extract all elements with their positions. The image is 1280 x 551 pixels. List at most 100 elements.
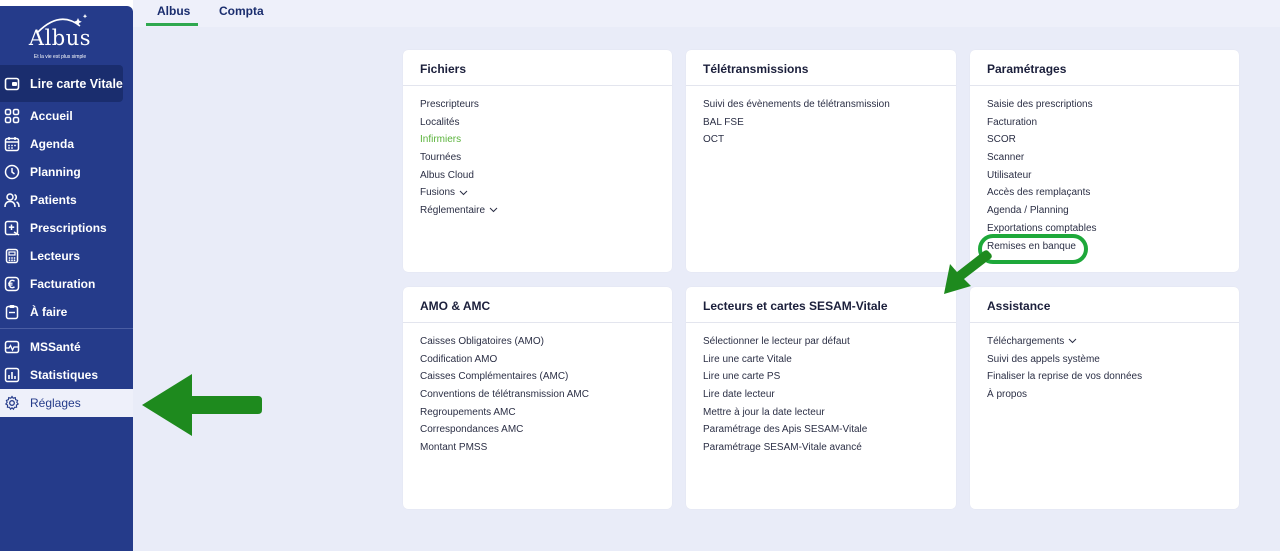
card-links: Suivi des évènements de télétransmission… — [686, 86, 956, 151]
link-caisses-obligatoires[interactable]: Caisses Obligatoires (AMO) — [420, 335, 655, 353]
sidebar-item-lecteurs[interactable]: Lecteurs — [0, 242, 133, 270]
link-infirmiers[interactable]: Infirmiers — [420, 133, 655, 151]
link-reglementaire[interactable]: Réglementaire — [420, 204, 655, 222]
link-albus-cloud[interactable]: Albus Cloud — [420, 169, 655, 187]
link-localites[interactable]: Localités — [420, 116, 655, 134]
sidebar-item-label: Planning — [30, 165, 81, 179]
card-title: AMO & AMC — [403, 287, 672, 323]
sidebar-item-label: MSSanté — [30, 340, 81, 354]
card-links: Téléchargements Suivi des appels système… — [970, 323, 1239, 406]
sidebar-item-label: Accueil — [30, 109, 73, 123]
link-acces-remplacants[interactable]: Accès des remplaçants — [987, 186, 1222, 204]
logo-name: Albus — [28, 26, 92, 50]
link-a-propos[interactable]: À propos — [987, 388, 1222, 406]
card-fichiers: Fichiers Prescripteurs Localités Infirmi… — [403, 50, 672, 272]
link-agenda-planning[interactable]: Agenda / Planning — [987, 204, 1222, 222]
card-title: Paramétrages — [970, 50, 1239, 86]
link-oct[interactable]: OCT — [703, 133, 939, 151]
card-links: Prescripteurs Localités Infirmiers Tourn… — [403, 86, 672, 222]
card-parametrages: Paramétrages Saisie des prescriptions Fa… — [970, 50, 1239, 272]
sidebar-item-agenda[interactable]: Agenda — [0, 130, 133, 158]
link-bal-fse[interactable]: BAL FSE — [703, 116, 939, 134]
chevron-down-icon — [489, 208, 498, 213]
clipboard-icon — [5, 305, 19, 320]
link-suivi-appels[interactable]: Suivi des appels système — [987, 353, 1222, 371]
vitale-label: Lire carte Vitale — [30, 76, 123, 91]
clock-icon — [4, 164, 20, 180]
sidebar-item-mssante[interactable]: MSSanté — [0, 333, 133, 361]
link-regroupements-amc[interactable]: Regroupements AMC — [420, 406, 655, 424]
sidebar-item-facturation[interactable]: Facturation — [0, 270, 133, 298]
prescription-icon — [4, 220, 20, 236]
sidebar-item-patients[interactable]: Patients — [0, 186, 133, 214]
link-remises-en-banque[interactable]: Remises en banque — [987, 240, 1222, 258]
link-exportations-comptables[interactable]: Exportations comptables — [987, 222, 1222, 240]
link-lire-carte-vitale[interactable]: Lire une carte Vitale — [703, 353, 939, 371]
sidebar-item-prescriptions[interactable]: Prescriptions — [0, 214, 133, 242]
tab-albus[interactable]: Albus — [157, 4, 190, 18]
sidebar-item-label: Statistiques — [30, 368, 99, 382]
card-links: Sélectionner le lecteur par défaut Lire … — [686, 323, 956, 459]
sidebar-item-reglages[interactable]: Réglages — [0, 389, 133, 417]
link-parametrage-avance[interactable]: Paramétrage SESAM-Vitale avancé — [703, 441, 939, 459]
sidebar-item-statistiques[interactable]: Statistiques — [0, 361, 133, 389]
link-correspondances-amc[interactable]: Correspondances AMC — [420, 423, 655, 441]
mail-icon — [4, 340, 20, 354]
link-conventions-amc[interactable]: Conventions de télétransmission AMC — [420, 388, 655, 406]
sidebar-item-label: Patients — [30, 193, 77, 207]
top-tab-bar — [133, 0, 1280, 27]
link-fusions[interactable]: Fusions — [420, 186, 655, 204]
link-lire-date-lecteur[interactable]: Lire date lecteur — [703, 388, 939, 406]
sidebar-item-a-faire[interactable]: À faire — [0, 298, 133, 326]
link-parametrage-apis[interactable]: Paramétrage des Apis SESAM-Vitale — [703, 423, 939, 441]
link-selectionner-lecteur[interactable]: Sélectionner le lecteur par défaut — [703, 335, 939, 353]
card-title: Fichiers — [403, 50, 672, 86]
card-title: Assistance — [970, 287, 1239, 323]
chevron-down-icon — [459, 190, 468, 196]
card-links: Saisie des prescriptions Facturation SCO… — [970, 86, 1239, 257]
card-title: Télétransmissions — [686, 50, 956, 86]
link-montant-pmss[interactable]: Montant PMSS — [420, 441, 655, 459]
link-label: Téléchargements — [987, 336, 1065, 347]
link-lire-carte-ps[interactable]: Lire une carte PS — [703, 370, 939, 388]
logo-tagline: Et la vie est plus simple — [33, 54, 87, 60]
card-icon — [4, 77, 20, 90]
card-title: Lecteurs et cartes SESAM-Vitale — [686, 287, 956, 323]
link-suivi-evenements[interactable]: Suivi des évènements de télétransmission — [703, 98, 939, 116]
card-lecteurs-sesam: Lecteurs et cartes SESAM-Vitale Sélectio… — [686, 287, 956, 509]
link-utilisateur[interactable]: Utilisateur — [987, 169, 1222, 187]
card-assistance: Assistance Téléchargements Suivi des app… — [970, 287, 1239, 509]
link-scanner[interactable]: Scanner — [987, 151, 1222, 169]
euro-icon — [4, 276, 20, 292]
grid-icon — [4, 108, 20, 124]
sidebar-divider — [0, 328, 133, 329]
albus-logo[interactable]: Albus Et la vie est plus simple — [28, 12, 92, 62]
link-codification-amo[interactable]: Codification AMO — [420, 353, 655, 371]
sidebar-item-label: À faire — [30, 305, 68, 319]
card-amo-amc: AMO & AMC Caisses Obligatoires (AMO) Cod… — [403, 287, 672, 509]
link-scor[interactable]: SCOR — [987, 133, 1222, 151]
link-prescripteurs[interactable]: Prescripteurs — [420, 98, 655, 116]
sidebar-item-label: Facturation — [30, 277, 96, 291]
sidebar-item-label: Prescriptions — [30, 221, 107, 235]
link-tournees[interactable]: Tournées — [420, 151, 655, 169]
link-finaliser-reprise[interactable]: Finaliser la reprise de vos données — [987, 370, 1222, 388]
link-facturation[interactable]: Facturation — [987, 116, 1222, 134]
link-maj-date-lecteur[interactable]: Mettre à jour la date lecteur — [703, 406, 939, 424]
gear-icon — [4, 395, 20, 411]
card-links: Caisses Obligatoires (AMO) Codification … — [403, 323, 672, 459]
card-teletransmissions: Télétransmissions Suivi des évènements d… — [686, 50, 956, 272]
link-saisie-prescriptions[interactable]: Saisie des prescriptions — [987, 98, 1222, 116]
sidebar-item-label: Agenda — [30, 137, 75, 151]
active-tab-indicator — [146, 23, 198, 26]
link-label: Fusions — [420, 187, 456, 199]
sidebar-item-label: Lecteurs — [30, 249, 81, 263]
sidebar-item-accueil[interactable]: Accueil — [0, 102, 133, 130]
tab-compta[interactable]: Compta — [219, 4, 264, 18]
sidebar-item-planning[interactable]: Planning — [0, 158, 133, 186]
card-reader-icon — [5, 248, 19, 264]
link-caisses-complementaires[interactable]: Caisses Complémentaires (AMC) — [420, 370, 655, 388]
read-vitale-card-button[interactable]: Lire carte Vitale — [0, 65, 123, 102]
chevron-down-icon — [1068, 339, 1077, 344]
link-telechargements[interactable]: Téléchargements — [987, 335, 1222, 353]
